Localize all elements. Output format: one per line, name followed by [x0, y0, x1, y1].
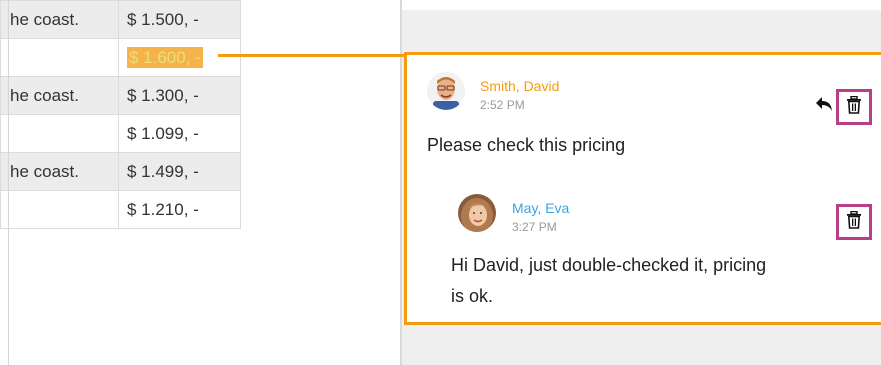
table-cell-description[interactable]: he coast. [0, 0, 119, 39]
comment-author[interactable]: Smith, David [480, 78, 559, 94]
table-row[interactable]: $ 1.600, - [0, 38, 241, 77]
sheet-divider-left [8, 0, 9, 365]
table-row[interactable]: he coast. $ 1.499, - [0, 152, 241, 191]
table-row[interactable]: $ 1.099, - [0, 114, 241, 153]
comment-timestamp: 2:52 PM [480, 98, 525, 112]
pricing-table: he coast. $ 1.500, - $ 1.600, - he coast… [0, 0, 241, 229]
reply-timestamp: 3:27 PM [512, 220, 557, 234]
commented-text-highlight[interactable]: $ 1.600, - [127, 46, 203, 68]
reply-text-line-1: Hi David, just double-checked it, pricin… [451, 255, 767, 275]
table-row[interactable]: he coast. $ 1.500, - [0, 0, 241, 39]
table-cell-price[interactable]: $ 1.099, - [118, 114, 241, 153]
table-cell-price[interactable]: $ 1.300, - [118, 76, 241, 115]
delete-reply-button[interactable] [836, 204, 872, 240]
table-cell-price[interactable]: $ 1.210, - [118, 190, 241, 229]
table-cell-description[interactable]: he coast. [0, 76, 119, 115]
table-cell-price[interactable]: $ 1.500, - [118, 0, 241, 39]
trash-icon [846, 210, 862, 234]
comment-text: Please check this pricing [427, 135, 626, 155]
reply-author[interactable]: May, Eva [512, 200, 569, 216]
table-row[interactable]: he coast. $ 1.300, - [0, 76, 241, 115]
table-cell-price-commented[interactable]: $ 1.600, - [118, 38, 241, 77]
table-cell-description[interactable] [0, 190, 119, 229]
delete-comment-button[interactable] [836, 89, 872, 125]
reply-arrow-icon[interactable] [815, 95, 835, 118]
table-cell-price[interactable]: $ 1.499, - [118, 152, 241, 191]
comments-pane-header [402, 0, 881, 10]
table-cell-description[interactable] [0, 114, 119, 153]
comment-connector-line [218, 54, 406, 57]
avatar [427, 72, 465, 110]
comment-thread-card[interactable]: Smith, David 2:52 PM Please check this p… [404, 52, 881, 325]
table-cell-description[interactable] [0, 38, 119, 77]
avatar [458, 194, 496, 232]
trash-icon [846, 95, 862, 119]
table-row[interactable]: $ 1.210, - [0, 190, 241, 229]
reply-text-line-2: is ok. [451, 286, 494, 306]
table-cell-description[interactable]: he coast. [0, 152, 119, 191]
